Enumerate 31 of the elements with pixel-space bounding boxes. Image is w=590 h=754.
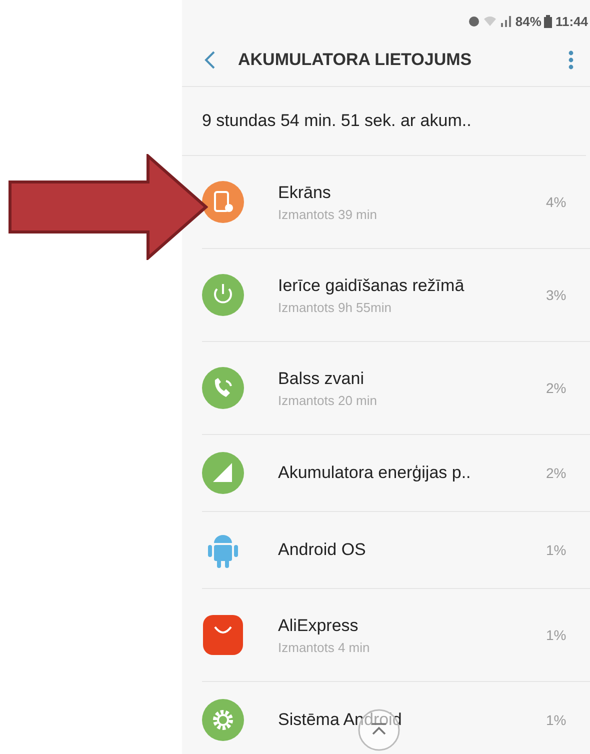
phone-icon: [202, 181, 244, 223]
screen-title: AKUMULATORA LIETOJUMS: [238, 50, 473, 70]
app-name: Android OS: [278, 540, 367, 560]
usage-time: Izmantots 20 min: [278, 392, 378, 408]
clock-time: 11:44: [555, 14, 588, 28]
more-options-icon[interactable]: [568, 50, 574, 70]
usage-percent: 2%: [546, 380, 568, 396]
usage-percent: 3%: [546, 287, 568, 303]
usage-percent: 4%: [546, 194, 568, 210]
app-name: AliExpress: [278, 616, 360, 636]
signal-icon: [500, 15, 512, 27]
app-name: Ierīce gaidīšanas režīmā: [278, 276, 466, 296]
app-name: Balss zvani: [278, 368, 365, 388]
usage-percent: 1%: [546, 542, 568, 558]
battery-icon: [544, 14, 552, 28]
usage-time: Izmantots 4 min: [278, 640, 371, 654]
power-icon: [202, 274, 244, 316]
wifi-icon: [483, 15, 498, 27]
battery-percent: 84%: [515, 14, 542, 28]
usage-summary: 9 stundas 54 min. 51 sek. ar akum..: [202, 111, 472, 131]
shopping-bag-icon: [202, 614, 244, 656]
usage-percent: 1%: [546, 712, 568, 728]
app-name: Akumulatora enerģijas p..: [278, 463, 472, 483]
usage-percent: 1%: [546, 627, 568, 643]
usage-percent: 2%: [546, 465, 568, 481]
usage-time: Izmantots 39 min: [278, 206, 378, 222]
back-icon[interactable]: [204, 50, 216, 70]
gear-icon: [202, 699, 244, 741]
call-icon: [202, 367, 244, 409]
usage-time: Izmantots 9h 55min: [278, 300, 392, 314]
app-name: Ekrāns: [278, 182, 332, 202]
